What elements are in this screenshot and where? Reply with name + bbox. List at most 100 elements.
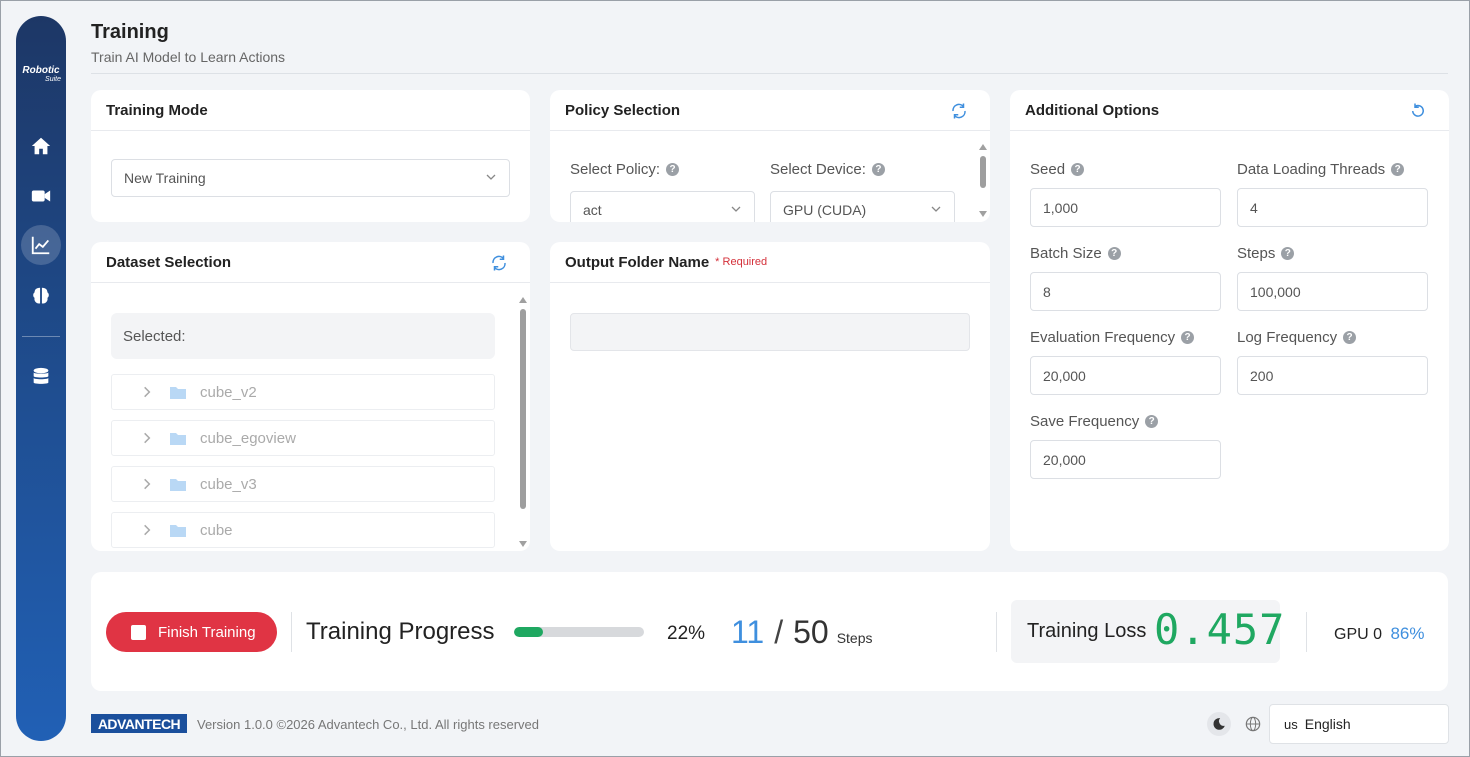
select-device-label: Select Device:? (770, 161, 885, 178)
label-text: Data Loading Threads (1237, 161, 1386, 178)
batch-size-input[interactable]: 8 (1030, 272, 1221, 311)
steps-label: Steps? (1237, 245, 1295, 262)
logo-sub: Suite (45, 76, 61, 83)
language-select[interactable]: us English (1269, 704, 1449, 744)
training-loss-value: 0.457 (1154, 605, 1286, 654)
step-separator: / (774, 614, 784, 650)
output-folder-input[interactable] (570, 313, 970, 351)
version-text: Version 1.0.0 ©2026 Advantech Co., Ltd. … (197, 717, 540, 732)
chevron-right-icon[interactable] (140, 431, 154, 445)
scroll-down-arrow[interactable] (519, 541, 527, 547)
select-policy-label: Select Policy:? (570, 161, 680, 178)
scrollbar[interactable] (978, 142, 988, 220)
brain-icon (33, 287, 49, 304)
card-header: Additional Options (1010, 90, 1449, 131)
selected-datasets: Selected: (111, 313, 495, 359)
page-title: Training (91, 21, 169, 43)
label-text: Select Policy: (570, 161, 661, 178)
scrollbar[interactable] (518, 295, 528, 550)
chart-line-icon (31, 236, 50, 255)
label-text: Batch Size (1030, 245, 1102, 262)
help-icon[interactable]: ? (1343, 331, 1357, 344)
chevron-down-icon (931, 206, 941, 212)
header-divider (91, 73, 1448, 74)
threads-input[interactable]: 4 (1237, 188, 1428, 227)
help-icon[interactable]: ? (1145, 415, 1159, 428)
card-title: Additional Options (1025, 101, 1160, 119)
training-mode-value: New Training (124, 170, 206, 186)
device-select[interactable]: GPU (CUDA) (770, 191, 955, 222)
training-loss-label: Training Loss (1027, 620, 1147, 642)
reset-icon[interactable] (1409, 102, 1427, 120)
progress-bar-fill (514, 627, 543, 637)
theme-toggle-button[interactable] (1207, 712, 1231, 736)
policy-value: act (583, 202, 602, 218)
refresh-icon[interactable] (950, 102, 968, 120)
label-text: Save Frequency (1030, 413, 1140, 430)
gpu-label: GPU 0 (1334, 626, 1383, 643)
save-frequency-input[interactable]: 20,000 (1030, 440, 1221, 479)
card-header: Output Folder Name * Required (550, 242, 990, 283)
help-icon[interactable]: ? (1391, 163, 1405, 176)
gpu-usage: GPU 0 86% (1334, 624, 1425, 644)
scroll-up-arrow[interactable] (519, 297, 527, 303)
seed-label: Seed? (1030, 161, 1085, 178)
chevron-right-icon[interactable] (140, 385, 154, 399)
training-mode-select[interactable]: New Training (111, 159, 510, 197)
current-step: 11 (731, 614, 765, 650)
policy-select[interactable]: act (570, 191, 755, 222)
refresh-icon[interactable] (490, 254, 508, 272)
chevron-right-icon[interactable] (140, 477, 154, 491)
folder-icon (170, 433, 186, 445)
required-marker: * Required (715, 256, 768, 268)
dataset-name: cube_v3 (200, 475, 257, 493)
gpu-value: 86% (1390, 624, 1425, 643)
scrollbar-thumb[interactable] (520, 309, 526, 509)
dataset-item[interactable]: cube_egoview (111, 420, 495, 456)
dataset-item[interactable]: cube (111, 512, 495, 548)
scrollbar-thumb[interactable] (980, 156, 986, 188)
home-icon (31, 137, 51, 155)
app-logo[interactable]: Robotic Suite (16, 66, 66, 84)
help-icon[interactable]: ? (1281, 247, 1295, 260)
database-icon (33, 367, 49, 384)
card-title: Policy Selection (565, 101, 681, 119)
training-loss-panel: Training Loss 0.457 (1011, 600, 1284, 663)
sidebar-item-models[interactable] (21, 276, 61, 316)
flag-icon: us (1284, 716, 1298, 732)
help-icon[interactable]: ? (1071, 163, 1085, 176)
finish-training-button[interactable]: Finish Training (106, 612, 277, 652)
chevron-down-icon (486, 174, 496, 180)
help-icon[interactable]: ? (666, 163, 680, 176)
total-steps: 50 (793, 614, 829, 650)
dataset-item[interactable]: cube_v2 (111, 374, 495, 410)
dataset-item[interactable]: cube_v3 (111, 466, 495, 502)
threads-label: Data Loading Threads? (1237, 161, 1405, 178)
log-frequency-input[interactable]: 200 (1237, 356, 1428, 395)
dataset-selection-card: Dataset Selection Selected: cube_v2 cube… (91, 242, 530, 551)
additional-options-card: Additional Options Seed? Data Loading Th… (1010, 90, 1449, 551)
seed-input[interactable]: 1,000 (1030, 188, 1221, 227)
globe-icon (1245, 716, 1261, 732)
video-camera-icon (31, 190, 51, 202)
scroll-down-arrow[interactable] (979, 211, 987, 217)
chevron-right-icon[interactable] (140, 523, 154, 537)
help-icon[interactable]: ? (871, 163, 885, 176)
label-text: Seed (1030, 161, 1066, 178)
page-subtitle: Train AI Model to Learn Actions (91, 49, 286, 65)
save-frequency-label: Save Frequency? (1030, 413, 1159, 430)
training-mode-card: Training Mode New Training (91, 90, 530, 222)
chevron-down-icon (731, 206, 741, 212)
stop-icon (131, 624, 146, 640)
help-icon[interactable]: ? (1107, 247, 1121, 260)
eval-frequency-input[interactable]: 20,000 (1030, 356, 1221, 395)
sidebar-item-recording[interactable] (21, 176, 61, 216)
card-title: Training Mode (91, 90, 530, 131)
sidebar-item-training[interactable] (21, 225, 61, 265)
scroll-up-arrow[interactable] (979, 144, 987, 150)
sidebar-item-home[interactable] (21, 126, 61, 166)
sidebar-item-datasets[interactable] (21, 357, 61, 397)
steps-input[interactable]: 100,000 (1237, 272, 1428, 311)
divider (291, 612, 292, 652)
help-icon[interactable]: ? (1181, 331, 1195, 344)
